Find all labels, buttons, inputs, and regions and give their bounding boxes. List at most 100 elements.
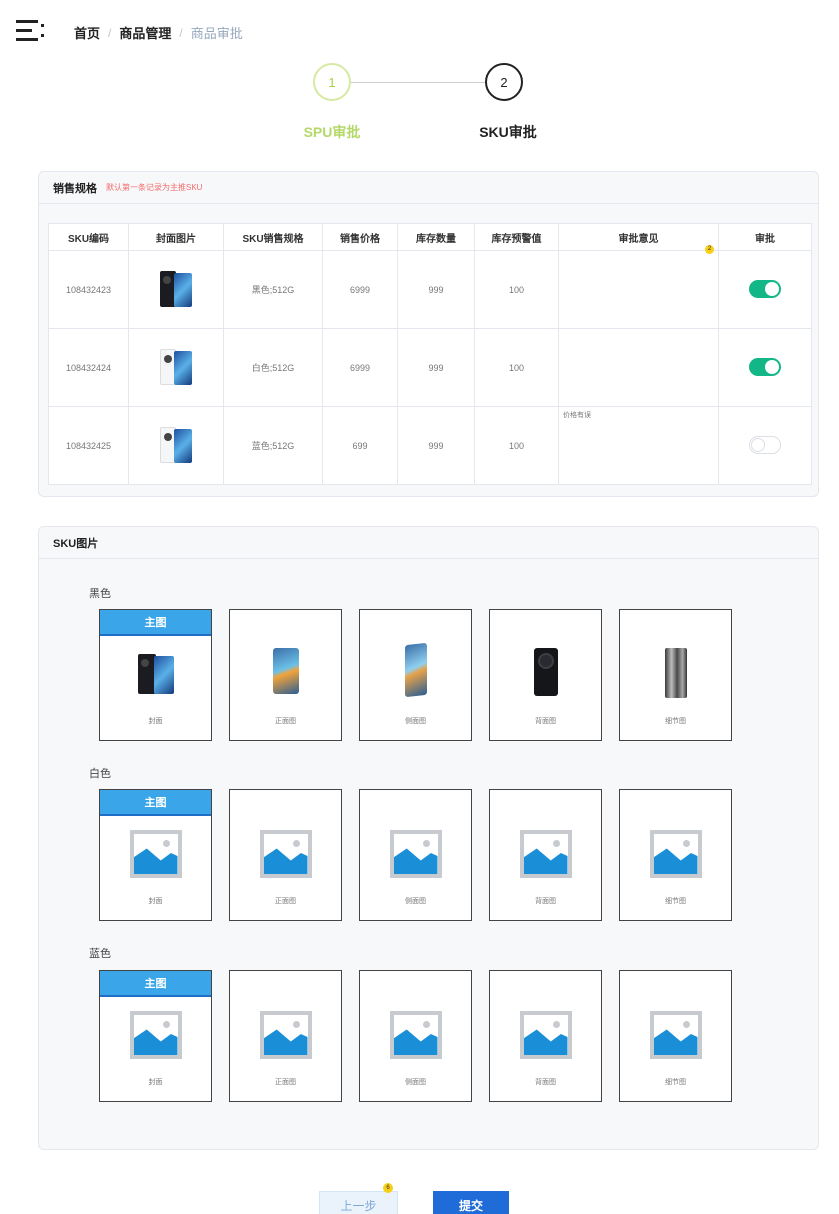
image-tile[interactable]: 正面图 <box>229 789 342 921</box>
opinion-textarea[interactable] <box>559 329 718 406</box>
image-tile[interactable]: 主图 封面 <box>99 609 212 741</box>
color-group-label: 黑色 <box>89 588 111 600</box>
image-caption: 封面 <box>148 718 163 725</box>
image-tile[interactable]: 主图 封面 <box>99 970 212 1102</box>
col-sku-spec: SKU销售规格 <box>223 223 323 251</box>
image-caption: 背面图 <box>535 1079 556 1086</box>
image-tile[interactable]: 细节图 <box>619 970 732 1102</box>
color-group-label: 蓝色 <box>89 948 111 960</box>
sku-code-cell: 108432423 <box>48 250 129 329</box>
main-image-tag: 主图 <box>100 790 211 816</box>
table-row: 108432423 黑色;512G 6999 999 100 2 <box>48 245 812 329</box>
sku-spec-cell: 白色;512G <box>223 328 323 407</box>
price-cell: 6999 <box>322 250 398 329</box>
opinion-textarea[interactable] <box>559 407 718 484</box>
col-stock-warning: 库存预警值 <box>474 223 559 251</box>
phone-front-icon <box>272 648 299 694</box>
step-connector <box>351 82 485 83</box>
approve-toggle[interactable] <box>749 357 781 376</box>
image-caption: 封面 <box>148 898 163 905</box>
image-tile[interactable]: 背面图 <box>489 970 602 1102</box>
image-tile[interactable]: 背面图 <box>489 609 602 741</box>
sku-code-cell: 108432425 <box>48 406 129 485</box>
breadcrumb-product-management[interactable]: 商品管理 <box>119 23 171 42</box>
step-2-title: SKU审批 <box>479 124 537 140</box>
image-tile[interactable]: 细节图 <box>619 789 732 921</box>
image-placeholder-icon <box>259 830 312 878</box>
col-sku-code: SKU编码 <box>48 223 129 251</box>
opinion-cell <box>558 328 719 407</box>
approve-toggle[interactable] <box>749 279 781 298</box>
breadcrumb-current: 商品审批 <box>190 26 243 41</box>
table-row: 108432424 白色;512G 6999 999 100 <box>48 328 812 407</box>
image-placeholder-icon <box>389 1011 442 1059</box>
phone-side-icon <box>404 642 427 698</box>
col-cover-image: 封面图片 <box>128 223 224 251</box>
hamburger-menu-icon[interactable] <box>16 20 46 42</box>
notification-badge: 6 <box>383 1183 393 1193</box>
image-caption: 细节图 <box>665 718 686 725</box>
image-caption: 正面图 <box>275 898 296 905</box>
sku-spec-cell: 黑色;512G <box>223 250 323 329</box>
main-image-tag: 主图 <box>100 610 211 636</box>
image-caption: 背面图 <box>535 718 556 725</box>
approve-cell <box>718 406 812 485</box>
image-caption: 侧面图 <box>405 718 426 725</box>
breadcrumb: 首页 / 商品管理 / 商品审批 <box>74 23 243 42</box>
image-caption: 正面图 <box>275 718 296 725</box>
image-tile[interactable]: 侧面图 <box>359 789 472 921</box>
opinion-cell <box>558 406 719 485</box>
approve-cell <box>718 328 812 407</box>
breadcrumb-home[interactable]: 首页 <box>74 23 100 42</box>
color-group-label: 白色 <box>89 768 111 780</box>
image-placeholder-icon <box>519 830 572 878</box>
image-tile[interactable]: 背面图 <box>489 789 602 921</box>
opinion-textarea[interactable] <box>559 251 718 328</box>
breadcrumb-separator: / <box>108 25 112 40</box>
col-stock: 库存数量 <box>397 223 475 251</box>
image-tile[interactable]: 侧面图 <box>359 609 472 741</box>
image-placeholder-icon <box>519 1011 572 1059</box>
phone-cover-icon <box>137 654 174 699</box>
image-placeholder-icon <box>129 830 182 878</box>
image-tile[interactable]: 正面图 <box>229 609 342 741</box>
step-1-title: SPU审批 <box>303 124 361 140</box>
stock-cell: 999 <box>397 250 475 329</box>
image-caption: 侧面图 <box>405 898 426 905</box>
image-caption: 封面 <box>148 1079 163 1086</box>
image-caption: 细节图 <box>665 1079 686 1086</box>
white-phone-thumb-icon <box>160 348 192 385</box>
image-caption: 细节图 <box>665 898 686 905</box>
warning-cell: 100 <box>474 328 559 407</box>
image-placeholder-icon <box>649 1011 702 1059</box>
sales-spec-title: 销售规格 <box>53 182 97 195</box>
price-cell: 6999 <box>322 328 398 407</box>
image-tile[interactable]: 侧面图 <box>359 970 472 1102</box>
sku-images-title: SKU图片 <box>53 537 99 550</box>
image-caption: 背面图 <box>535 898 556 905</box>
submit-button[interactable]: 提交 <box>433 1191 509 1214</box>
sku-spec-cell: 蓝色;512G <box>223 406 323 485</box>
image-tile[interactable]: 细节图 <box>619 609 732 741</box>
black-phone-thumb-icon <box>160 270 192 307</box>
warning-cell: 100 <box>474 406 559 485</box>
image-placeholder-icon <box>129 1011 182 1059</box>
image-caption: 正面图 <box>275 1079 296 1086</box>
step-1-circle: 1 <box>313 63 351 101</box>
stock-cell: 999 <box>397 328 475 407</box>
notification-badge: 2 <box>705 245 714 254</box>
stock-cell: 999 <box>397 406 475 485</box>
sku-table: SKU编码 封面图片 SKU销售规格 销售价格 库存数量 库存预警值 审批意见 … <box>48 223 812 485</box>
approve-toggle[interactable] <box>749 435 781 454</box>
image-tile[interactable]: 主图 封面 <box>99 789 212 921</box>
prev-step-button[interactable]: 上一步 <box>319 1191 398 1214</box>
breadcrumb-separator: / <box>179 25 183 40</box>
table-header-row: SKU编码 封面图片 SKU销售规格 销售价格 库存数量 库存预警值 审批意见 … <box>48 223 812 251</box>
image-placeholder-icon <box>649 830 702 878</box>
approve-cell <box>718 250 812 329</box>
col-price: 销售价格 <box>322 223 398 251</box>
main-image-tag: 主图 <box>100 971 211 997</box>
image-placeholder-icon <box>259 1011 312 1059</box>
image-tile[interactable]: 正面图 <box>229 970 342 1102</box>
image-placeholder-icon <box>389 830 442 878</box>
